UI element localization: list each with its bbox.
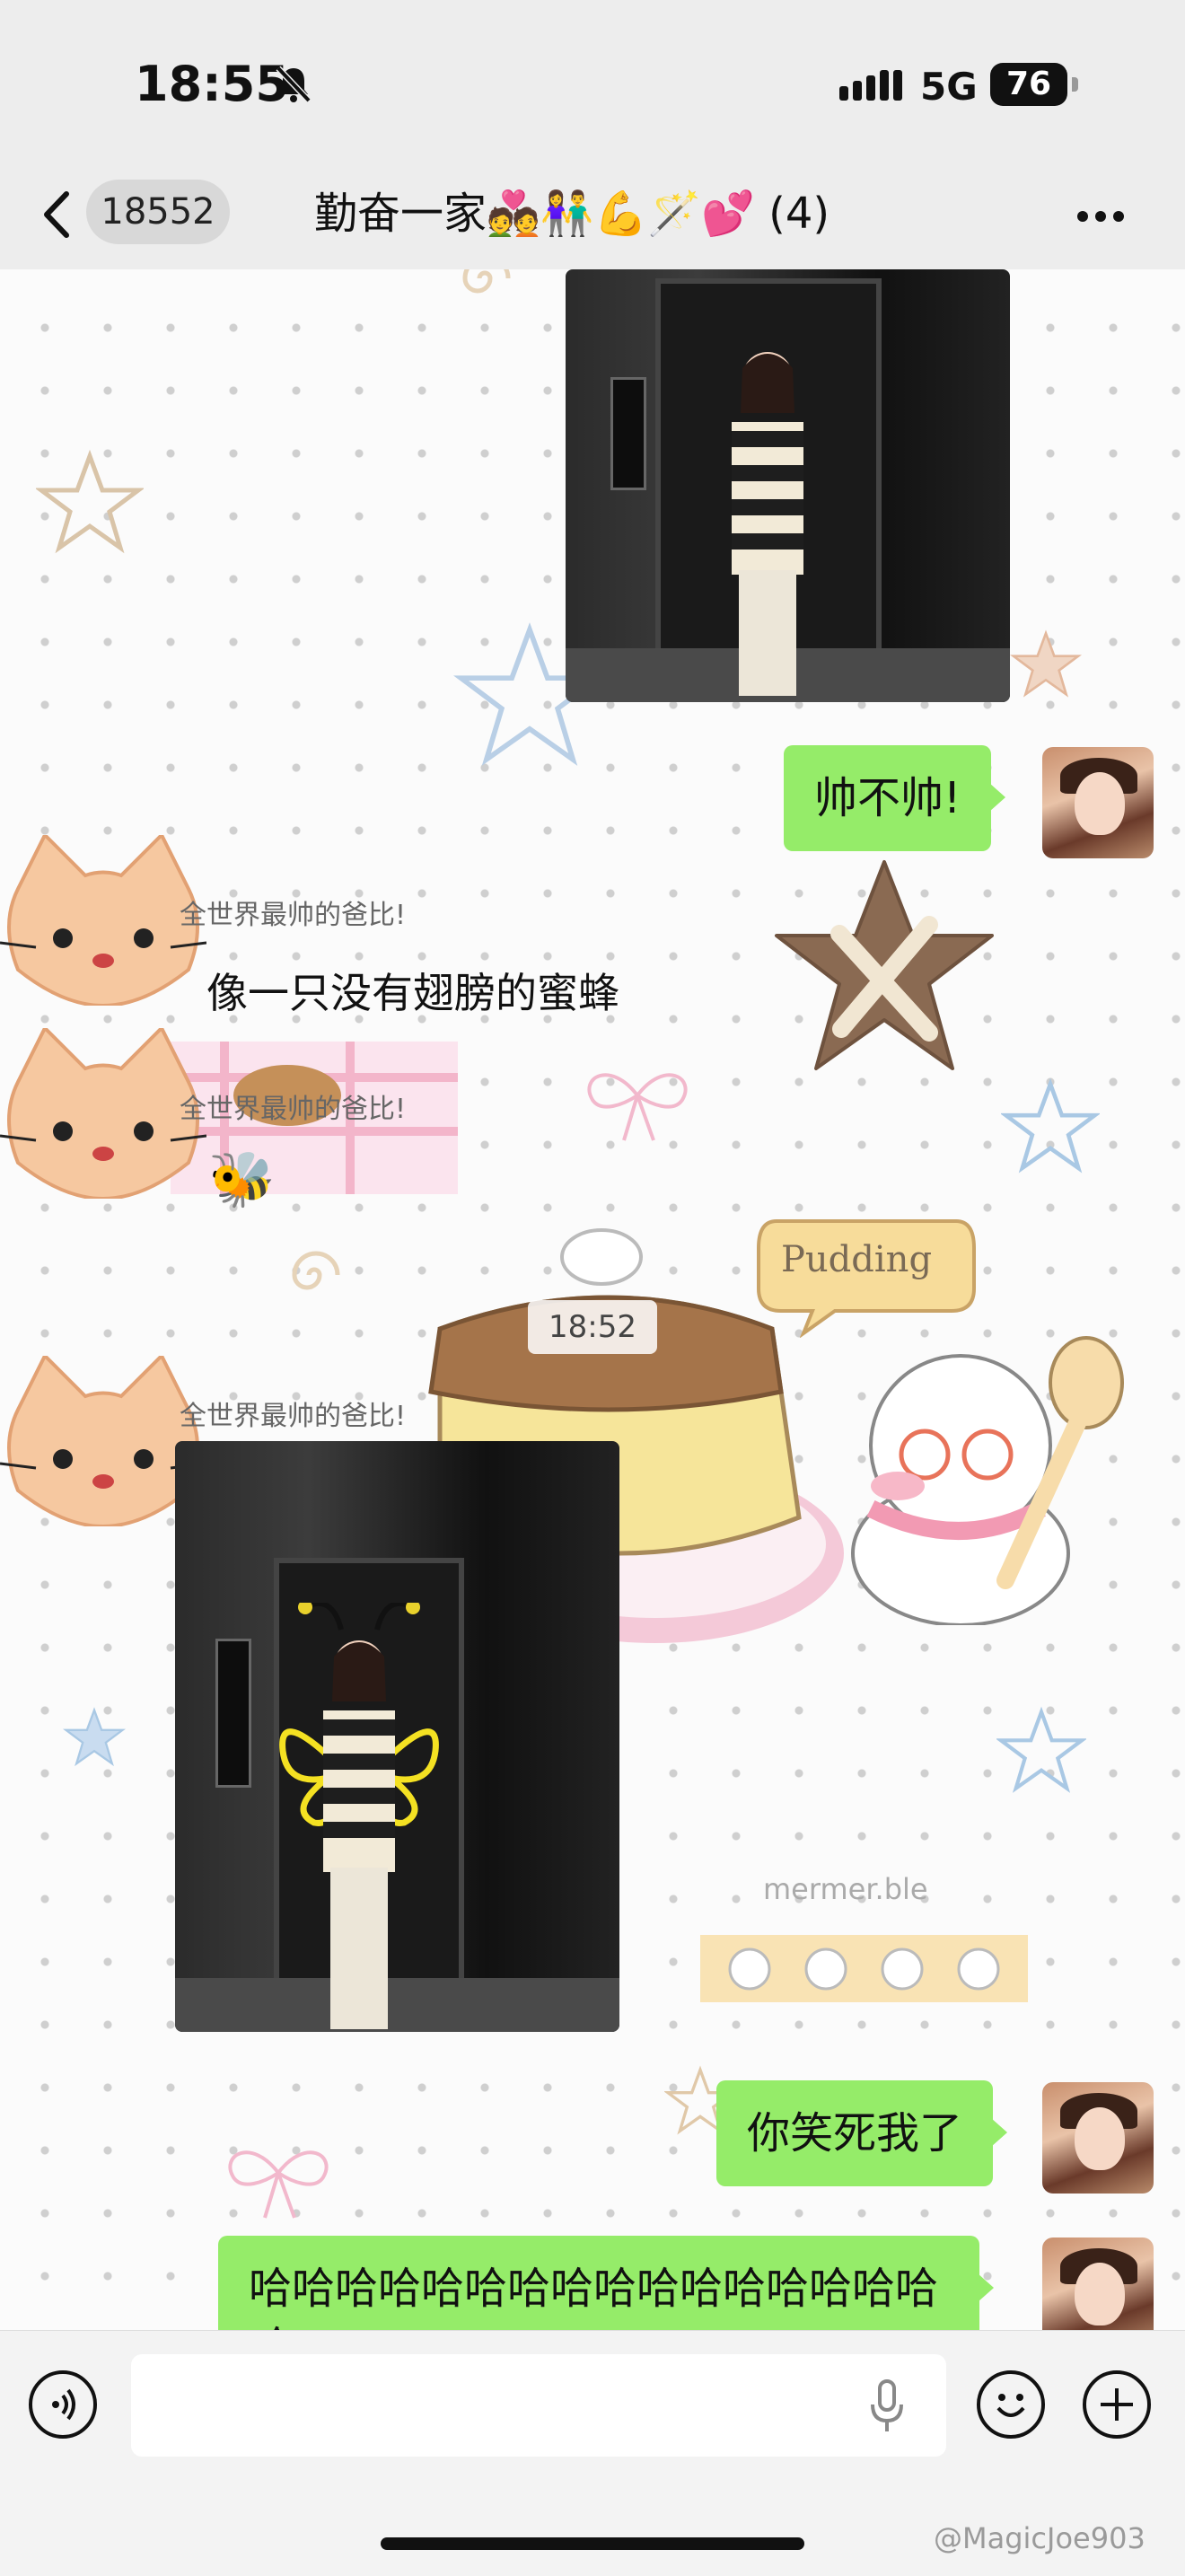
my-avatar[interactable] <box>1042 2238 1154 2330</box>
status-bar: 18:55 5G 76 <box>0 0 1185 162</box>
back-chevron-icon[interactable] <box>36 183 81 246</box>
sender-name: 全世界最帅的爸比! <box>180 900 407 931</box>
star-doodle-icon <box>1001 1077 1100 1174</box>
voice-mode-icon[interactable] <box>29 2370 97 2439</box>
unread-count-badge[interactable]: 18552 <box>86 180 230 244</box>
cat-avatar[interactable] <box>0 835 206 1006</box>
my-avatar[interactable] <box>1042 747 1154 858</box>
incoming-message-text[interactable]: 像一只没有翅膀的蜜蜂 <box>206 961 619 1020</box>
my-avatar[interactable] <box>1042 2082 1154 2194</box>
sender-name: 全世界最帅的爸比! <box>180 1094 407 1125</box>
star-doodle-icon <box>36 449 144 554</box>
dumpling-strip-illustration <box>700 1935 1028 2002</box>
weibo-watermark: @MagicJoe903 <box>934 2521 1146 2555</box>
bee-edited-selfie-photo[interactable] <box>175 1441 619 2032</box>
person-figure <box>279 1603 439 2029</box>
cell-signal-icon <box>839 70 907 101</box>
ribbon-bow-icon <box>587 1073 688 1141</box>
swirl-doodle-icon <box>292 1251 340 1290</box>
outgoing-message-bubble[interactable]: 帅不帅! <box>784 745 1006 851</box>
battery-indicator: 76 <box>990 63 1078 106</box>
white-cat-with-spoon-illustration <box>851 1336 1124 1625</box>
star-doodle-icon <box>1010 629 1082 698</box>
bee-emoji-message[interactable]: 🐝 <box>208 1147 276 1211</box>
person-figure <box>732 352 803 696</box>
swirl-doodle-icon <box>462 269 511 294</box>
star-doodle-icon <box>996 1706 1086 1793</box>
chat-header: 18552 勤奋一家💑👫💪🪄💕 (4) <box>0 162 1185 269</box>
message-timestamp: 18:52 <box>528 1300 657 1354</box>
more-dots-icon[interactable] <box>1077 208 1135 223</box>
chat-title: 勤奋一家💑👫💪🪄💕 (4) <box>314 189 830 239</box>
outgoing-message-bubble[interactable]: 你笑死我了 <box>716 2080 1008 2186</box>
star-doodle-icon <box>63 1707 126 1767</box>
emoji-icon[interactable] <box>977 2370 1045 2439</box>
microphone-icon[interactable] <box>869 2379 905 2433</box>
message-input[interactable] <box>131 2354 946 2457</box>
mute-bell-icon <box>276 66 312 103</box>
status-time: 18:55 <box>135 56 289 112</box>
brand-watermark: mermer.ble <box>763 1872 928 1906</box>
message-input-bar: @MagicJoe903 <box>0 2330 1185 2576</box>
outgoing-message-bubble[interactable]: 哈哈哈哈哈哈哈哈哈哈哈哈哈哈哈哈哈 <box>218 2236 994 2330</box>
ribbon-bow-icon <box>228 2150 329 2219</box>
plus-icon[interactable] <box>1083 2370 1151 2439</box>
cat-avatar[interactable] <box>0 1028 206 1199</box>
sender-name: 全世界最帅的爸比! <box>180 1401 407 1432</box>
elevator-selfie-photo[interactable] <box>566 269 1010 702</box>
network-type: 5G <box>920 65 978 109</box>
fork-knife-star-sticker <box>775 860 994 1070</box>
home-indicator[interactable] <box>381 2537 804 2550</box>
chat-area[interactable]: Pudding mermer.ble 帅不帅! 全世界最帅的爸比! 像一只没有翅… <box>0 269 1185 2330</box>
